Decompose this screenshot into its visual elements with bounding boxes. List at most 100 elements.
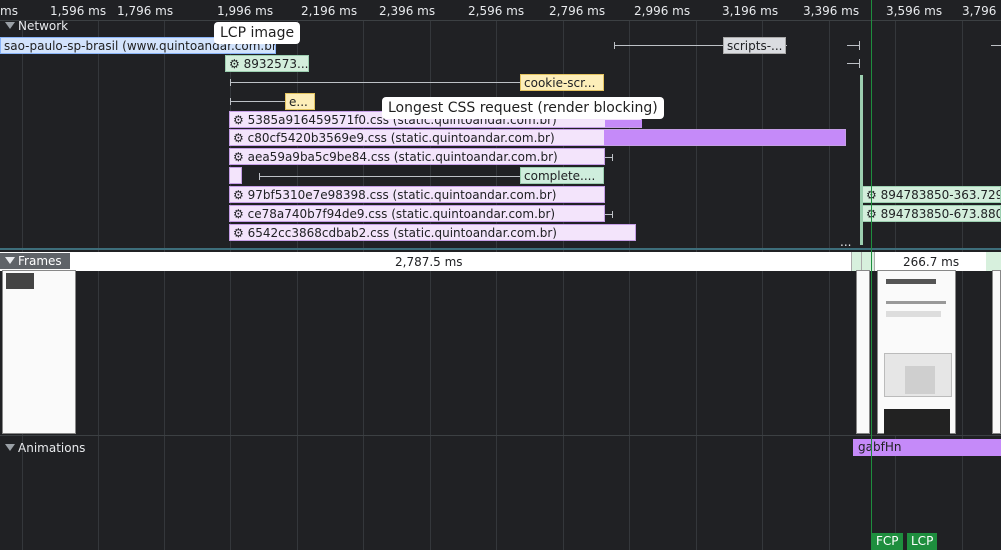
request-label: 894783850-673.8805 [880,207,1001,221]
ruler-tick: 2,996 ms [634,4,691,18]
ruler-tick: 3,596 ms [886,4,943,18]
request-whisker [786,45,787,46]
grid-line [98,0,99,550]
gear-icon: ⚙ [229,57,240,71]
whisker-cap [612,154,613,161]
thumbnail-photo [884,409,950,435]
network-request-image-a[interactable]: ⚙ 894783850-363.7296 [862,186,1001,203]
whisker-cap [259,173,260,180]
request-whisker [230,101,285,102]
css-download-segment [604,130,845,145]
gear-icon: ⚙ [233,113,244,127]
thumbnail-text [886,301,946,304]
track-separator[interactable] [0,248,1001,250]
request-label: aea59a9ba5c9be84.css (static.quintoandar… [247,150,558,164]
collapse-triangle-icon[interactable] [5,257,15,264]
thumbnail-photo [884,353,952,397]
ruler-tick: ms [0,4,18,18]
grid-line [762,0,763,550]
whisker-cap [614,42,615,49]
thumbnail-logo [886,279,936,284]
grid-line [629,0,630,550]
frame-cell[interactable] [862,252,874,271]
request-label: 894783850-363.7296 [880,188,1001,202]
network-request-cookie-script[interactable]: cookie-scr... [520,74,604,91]
request-label: e... [289,95,308,109]
frame-thumbnail-edge[interactable] [992,270,1001,434]
network-track-header[interactable]: Network [0,19,68,33]
animations-track-header[interactable]: Animations [0,441,85,455]
ruler-tick: 1,796 ms [117,4,174,18]
gear-icon: ⚙ [233,131,244,145]
request-whisker [991,45,1001,46]
network-request-complete[interactable]: complete.... [520,167,604,184]
network-request-css-4[interactable]: ⚙ 97bf5310e7e98398.css (static.quintoand… [229,186,605,203]
ruler-tick: 2,796 ms [549,4,606,18]
longest-css-tooltip: Longest CSS request (render blocking) [382,97,664,119]
whisker-cap [230,79,231,86]
whisker-cap [612,211,613,218]
ruler-tick: 2,196 ms [301,4,358,18]
network-request-image[interactable]: ⚙ 8932573... [225,55,309,72]
collapse-triangle-icon[interactable] [5,444,15,451]
request-label: cookie-scr... [524,76,596,90]
grid-line [696,0,697,550]
grid-line [962,0,963,550]
frames-track-title: Frames [18,254,62,268]
request-label: ce78a740b7f94de9.css (static.quintoandar… [247,207,556,221]
whisker-cap [230,98,231,105]
frame-cell[interactable] [986,252,1001,271]
frames-track-header[interactable]: Frames [0,253,70,269]
request-label: scripts-... [727,39,783,53]
network-request-css-5[interactable]: ⚙ ce78a740b7f94de9.css (static.quintoand… [229,205,605,222]
gear-icon: ⚙ [233,207,244,221]
collapse-triangle-icon[interactable] [5,22,15,29]
request-label: 8932573... [243,57,309,71]
ruler-tick: 2,396 ms [379,4,436,18]
frame-divider [874,252,875,271]
thumbnail-photo-detail [905,366,935,394]
track-separator [0,435,1001,436]
request-whisker [614,45,724,46]
overflow-more-icon[interactable]: ... [840,235,851,249]
network-request-small[interactable] [229,167,242,184]
frame-thumbnail-blank[interactable] [2,270,76,434]
frame-cell[interactable] [852,252,861,271]
request-label: complete.... [524,169,596,183]
gear-icon: ⚙ [233,150,244,164]
ruler-tick: 3,196 ms [722,4,779,18]
fcp-marker[interactable]: FCP [872,533,903,550]
request-label: 6542cc3868cdbab2.css (static.quintoandar… [247,226,557,240]
grid-line [829,0,830,550]
thumbnail-placeholder [6,273,34,289]
request-strip [860,75,863,245]
thumbnail-chips [886,311,941,317]
fcp-marker-line [871,0,872,550]
animation-item[interactable]: gabfHn [853,439,1001,456]
network-request-css-3[interactable]: ⚙ aea59a9ba5c9be84.css (static.quintoand… [229,148,605,165]
frame-thumbnail-sliver[interactable] [856,270,870,434]
css-download-segment [605,120,642,127]
network-request-e[interactable]: e... [285,93,315,110]
animations-track-title: Animations [18,441,86,455]
frame-duration-short[interactable]: 266.7 ms [903,255,959,269]
whisker-cap [859,41,860,50]
network-request-scripts[interactable]: scripts-... [723,37,786,54]
ruler-tick: 3,796 ms [962,4,1001,18]
lcp-marker[interactable]: LCP [907,533,938,550]
timeline-ruler[interactable]: ms 1,596 ms 1,796 ms 1,996 ms 2,196 ms 2… [0,0,1001,21]
whisker-cap [859,59,860,68]
network-request-image-b[interactable]: ⚙ 894783850-673.8805 [862,205,1001,222]
request-label: 97bf5310e7e98398.css (static.quintoandar… [247,188,557,202]
network-track-title: Network [18,19,69,33]
ruler-tick: 1,596 ms [50,4,107,18]
request-whisker [230,82,520,83]
ruler-tick: 3,396 ms [803,4,860,18]
request-whisker [259,176,520,177]
frame-duration-long[interactable]: 2,787.5 ms [395,255,463,269]
frame-thumbnail-page[interactable] [877,270,956,435]
lcp-image-tooltip: LCP image [214,22,301,44]
network-request-css-6[interactable]: ⚙ 6542cc3868cdbab2.css (static.quintoand… [229,224,636,241]
ruler-tick: 2,596 ms [468,4,525,18]
grid-line [164,0,165,550]
